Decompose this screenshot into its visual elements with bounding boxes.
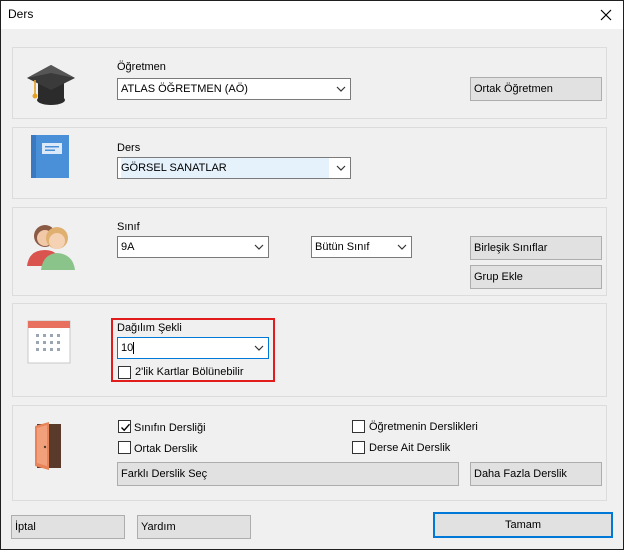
calendar-icon [27,320,71,364]
teacher-panel: Öğretmen ATLAS ÖĞRETMEN (AÖ) Ortak Öğret… [12,47,607,119]
classroom-panel: Sınıfın Dersliği Ortak Derslik Öğretmeni… [12,405,607,501]
more-rooms-button[interactable]: Daha Fazla Derslik [470,462,602,486]
distribution-value: 10 [121,342,134,354]
class-dropdown[interactable]: 9A [117,236,269,258]
class-label: Sınıf [117,221,140,233]
lesson-panel: Ders GÖRSEL SANATLAR [12,127,607,199]
class-room-label: Sınıfın Dersliği [134,422,206,434]
checkmark-icon [121,423,131,432]
close-button[interactable] [593,3,619,27]
text-cursor [133,342,135,355]
chevron-down-icon [397,244,407,250]
split-cards-checkbox[interactable] [118,366,131,379]
door-icon [35,422,61,470]
chevron-down-icon [336,86,346,92]
cancel-button[interactable]: İptal [11,515,125,539]
distribution-combo[interactable]: 10 [117,337,269,359]
teacher-label: Öğretmen [117,61,166,73]
shared-room-checkbox[interactable] [118,441,131,454]
close-icon [600,9,612,21]
chevron-down-icon [254,244,264,250]
graduation-cap-icon [27,65,75,105]
lesson-label: Ders [117,142,141,154]
book-icon [31,135,69,178]
class-panel: Sınıf 9A Bütün Sınıf Birleşik Sınıflar G… [12,207,607,296]
chevron-down-icon [336,165,346,171]
choose-other-room-button[interactable]: Farklı Derslik Seç [117,462,459,486]
lesson-dialog: Ders Öğretmen ATLAS ÖĞRETMEN (AÖ) Ortak … [0,0,624,550]
distribution-label: Dağılım Şekli [117,322,182,334]
class-scope-value: Bütün Sınıf [315,241,370,253]
combined-classes-button[interactable]: Birleşik Sınıflar [470,236,602,260]
co-teacher-button[interactable]: Ortak Öğretmen [470,77,602,101]
shared-room-label: Ortak Derslik [134,443,198,455]
distribution-panel: Dağılım Şekli 10 2'lik Kartlar Bölünebil… [12,303,607,397]
help-button[interactable]: Yardım [137,515,251,539]
class-dropdown-value: 9A [121,241,135,253]
teacher-dropdown[interactable]: ATLAS ÖĞRETMEN (AÖ) [117,78,351,100]
class-room-checkbox[interactable] [118,420,131,433]
ok-button[interactable]: Tamam [433,512,613,538]
class-scope-dropdown[interactable]: Bütün Sınıf [311,236,412,258]
teacher-rooms-label: Öğretmenin Derslikleri [369,421,478,433]
lesson-dropdown[interactable]: GÖRSEL SANATLAR [117,157,351,179]
split-cards-label: 2'lik Kartlar Bölünebilir [135,366,244,378]
students-icon [27,225,75,270]
lesson-room-label: Derse Ait Derslik [369,442,451,454]
title-bar: Ders [1,1,623,29]
chevron-down-icon [254,345,264,351]
window-title: Ders [8,7,34,21]
teacher-dropdown-value: ATLAS ÖĞRETMEN (AÖ) [121,83,248,95]
teacher-rooms-checkbox[interactable] [352,420,365,433]
lesson-dropdown-value: GÖRSEL SANATLAR [121,158,329,178]
lesson-room-checkbox[interactable] [352,441,365,454]
add-group-button[interactable]: Grup Ekle [470,265,602,289]
